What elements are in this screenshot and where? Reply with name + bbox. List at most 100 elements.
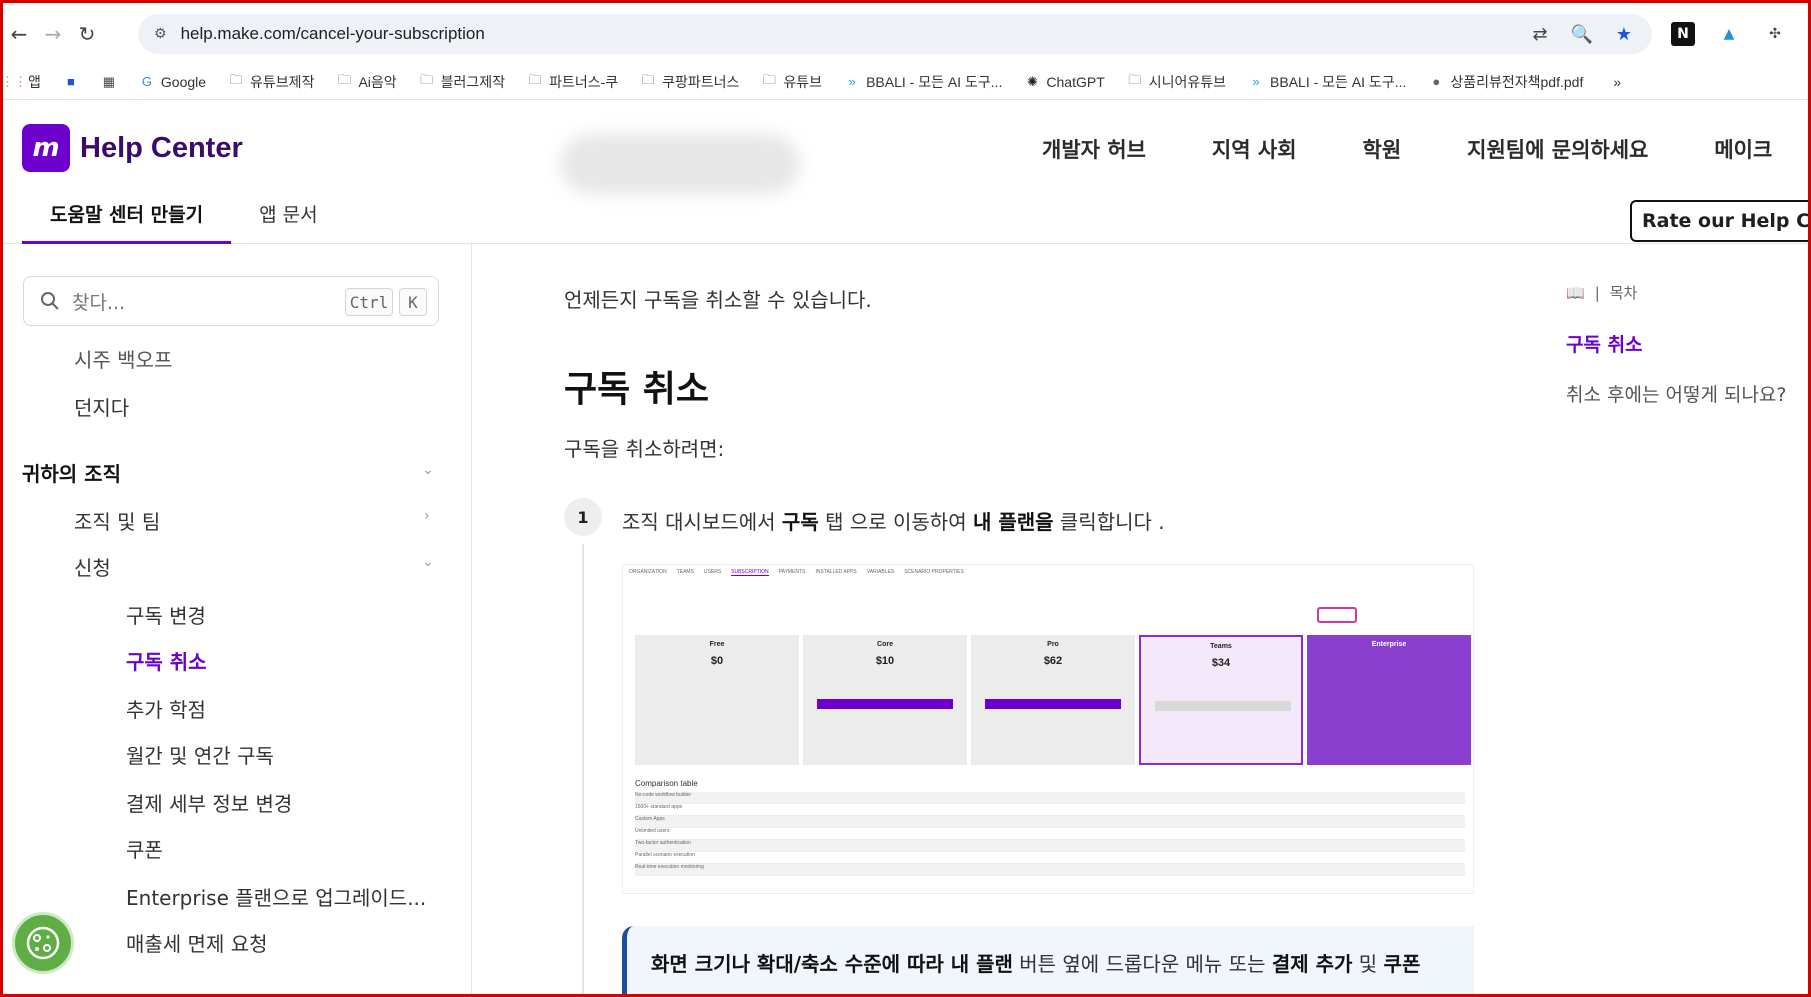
bookmark-label: 파트너스-쿠 bbox=[549, 73, 619, 90]
bookmark-item[interactable]: ✺ ChatGPT bbox=[1024, 73, 1105, 90]
my-plan-highlight bbox=[1317, 607, 1357, 623]
sidebar-item-extra-credits[interactable]: 추가 학점 bbox=[126, 694, 206, 723]
toc-link-after-cancel[interactable]: 취소 후에는 어떻게 되나요? bbox=[1566, 380, 1786, 407]
bookmark-label: 쿠팡파트너스 bbox=[662, 73, 740, 90]
translate-icon[interactable]: ⇄ bbox=[1528, 22, 1552, 46]
extensions-puzzle-icon[interactable]: ✣ bbox=[1763, 22, 1787, 46]
shortcut-ctrl-key: Ctrl bbox=[345, 288, 393, 316]
bookmark-item[interactable]: 🗀 파트너스-쿠 bbox=[527, 72, 619, 92]
bookmark-item[interactable]: 🗀 Ai음악 bbox=[336, 71, 397, 92]
zoom-icon[interactable]: 🔍 bbox=[1570, 22, 1594, 46]
help-center-logo[interactable]: m Help Center bbox=[22, 124, 243, 172]
sidebar-item-change-subscription[interactable]: 구독 변경 bbox=[126, 600, 206, 629]
screenshot-tab: ORGANIZATION bbox=[629, 569, 667, 575]
bbali-icon: » bbox=[848, 74, 856, 89]
bookmark-item[interactable]: 🗀 시니어유튜브 bbox=[1127, 72, 1226, 92]
nav-academy[interactable]: 학원 bbox=[1363, 134, 1402, 164]
bookmark-item[interactable]: 🗀 유튜브제작 bbox=[228, 72, 315, 92]
sidebar-item-org-teams[interactable]: 조직 및 팀 bbox=[74, 506, 160, 535]
search-input[interactable]: 찾다... Ctrl K bbox=[23, 276, 439, 326]
search-icon bbox=[41, 292, 59, 310]
sidebar-item-tax-exemption[interactable]: 매출세 면제 요청 bbox=[126, 928, 268, 957]
bookmark-item[interactable]: » BBALI - 모든 AI 도구... bbox=[844, 72, 1002, 92]
chevron-down-icon[interactable]: ⌄ bbox=[422, 554, 434, 570]
sidebar-item-subscription[interactable]: 신청 bbox=[74, 552, 111, 581]
extension-a-icon[interactable]: ▲ bbox=[1717, 22, 1741, 46]
bookmark-star-icon[interactable]: ★ bbox=[1612, 22, 1636, 46]
plan-name: Teams bbox=[1210, 643, 1232, 650]
info-note: 화면 크기나 확대/축소 수준에 따라 내 플랜 버튼 옆에 드롭다운 메뉴 또… bbox=[622, 926, 1474, 997]
blurred-region bbox=[560, 134, 800, 194]
plan-name: Core bbox=[877, 641, 893, 648]
sidebar-item-partial[interactable]: 시주 백오프 bbox=[74, 344, 172, 373]
address-bar[interactable]: ⚙ help.make.com/cancel-your-subscription… bbox=[138, 14, 1652, 54]
plan-price: $0 bbox=[710, 655, 724, 667]
blue-square-icon: ■ bbox=[66, 74, 75, 89]
forward-icon[interactable]: → bbox=[36, 17, 70, 51]
folder-icon: 🗀 bbox=[1128, 71, 1142, 87]
url-text: help.make.com/cancel-your-subscription bbox=[180, 24, 485, 43]
bookmark-item[interactable]: ● 상품리뷰전자책pdf.pdf bbox=[1428, 72, 1583, 92]
sidebar-item-change-payment[interactable]: 결제 세부 정보 변경 bbox=[126, 788, 292, 817]
rate-help-center-button[interactable]: Rate our Help Center bbox=[1630, 200, 1811, 242]
screenshot-tab: SCENARIO PROPERTIES bbox=[904, 569, 964, 575]
browser-toolbar: ← → ↻ ⚙ help.make.com/cancel-your-subscr… bbox=[0, 0, 1811, 68]
reload-icon[interactable]: ↻ bbox=[70, 17, 104, 51]
chevron-right-icon[interactable]: › bbox=[424, 508, 430, 524]
sidebar-item-enterprise-upgrade[interactable]: Enterprise 플랜으로 업그레이드... bbox=[126, 882, 426, 911]
bookmark-item[interactable]: ■ bbox=[63, 74, 79, 90]
bookmark-label: Ai음악 bbox=[358, 73, 397, 90]
notion-icon[interactable]: N bbox=[1671, 22, 1695, 46]
bookmark-item[interactable]: 🗀 블러그제작 bbox=[419, 72, 505, 92]
bookmark-item[interactable]: » BBALI - 모든 AI 도구... bbox=[1248, 72, 1406, 92]
site-header: m Help Center 개발자 허브 지역 사회 학원 지원팀에 문의하세요… bbox=[0, 104, 1811, 244]
chevron-down-icon[interactable]: ⌄ bbox=[422, 462, 434, 478]
step-connector bbox=[582, 544, 584, 997]
sidebar-item-throw[interactable]: 던지다 bbox=[74, 392, 129, 421]
comparison-row: No-code workflow builder bbox=[635, 792, 1465, 804]
bookmark-item[interactable]: 🗀 쿠팡파트너스 bbox=[640, 72, 740, 92]
section-tabs: 도움말 센터 만들기 앱 문서 bbox=[22, 200, 346, 244]
plan-name: Enterprise bbox=[1371, 641, 1407, 648]
bookmark-label: ChatGPT bbox=[1046, 73, 1105, 90]
folder-icon: 🗀 bbox=[337, 71, 351, 87]
nav-contact-support[interactable]: 지원팀에 문의하세요 bbox=[1467, 134, 1648, 164]
bookmark-label: 상품리뷰전자책pdf.pdf bbox=[1450, 73, 1584, 90]
comparison-row: Two-factor authentication bbox=[635, 840, 1465, 852]
back-icon[interactable]: ← bbox=[2, 17, 36, 51]
toc-header: 📖 | 목차 bbox=[1566, 283, 1638, 303]
tab-app-docs[interactable]: 앱 문서 bbox=[231, 200, 345, 244]
plan-card: Pro $62 bbox=[971, 635, 1135, 765]
nav-developer-hub[interactable]: 개발자 허브 bbox=[1042, 134, 1146, 164]
plan-card: Free $0 bbox=[635, 635, 799, 765]
bookmark-label: 시니어유튜브 bbox=[1148, 73, 1227, 90]
plan-card: Core $10 bbox=[803, 635, 967, 765]
nav-make[interactable]: 메이크 bbox=[1714, 134, 1772, 164]
sidebar-section-organization[interactable]: 귀하의 조직 bbox=[22, 458, 121, 487]
nav-community[interactable]: 지역 사회 bbox=[1212, 134, 1297, 164]
cookie-icon bbox=[26, 926, 60, 960]
comparison-row: Real-time execution monitoring bbox=[635, 864, 1465, 876]
bbali-icon: » bbox=[1252, 74, 1260, 89]
bookmark-item[interactable]: 🗀 유튜브 bbox=[761, 72, 822, 92]
more-bookmarks-icon[interactable]: » bbox=[1613, 74, 1621, 90]
sidebar-item-monthly-yearly[interactable]: 월간 및 연간 구독 bbox=[126, 740, 274, 769]
tab-help-center[interactable]: 도움말 센터 만들기 bbox=[22, 200, 232, 244]
cookie-settings-button[interactable] bbox=[12, 912, 74, 974]
plan-card: Teams $34 bbox=[1139, 635, 1303, 765]
table-of-contents: 📖 | 목차 구독 취소 취소 후에는 어떻게 되나요? bbox=[1566, 244, 1811, 544]
sidebar-item-cancel-subscription[interactable]: 구독 취소 bbox=[126, 646, 207, 675]
screenshot-tab: INSTALLED APPS bbox=[815, 569, 857, 575]
globe-icon: ● bbox=[1432, 74, 1441, 89]
comparison-title: Comparison table bbox=[635, 779, 698, 788]
screenshot-tab: SUBSCRIPTION bbox=[731, 569, 769, 576]
bookmark-label: Google bbox=[160, 73, 207, 90]
site-info-icon[interactable]: ⚙ bbox=[154, 26, 167, 42]
bookmark-label: BBALI - 모든 AI 도구... bbox=[866, 73, 1003, 90]
bookmark-label: 유튜브 bbox=[783, 73, 823, 90]
toc-link-cancel[interactable]: 구독 취소 bbox=[1566, 330, 1643, 357]
bookmark-item[interactable]: ⋮⋮ 앱 bbox=[1, 72, 41, 92]
bookmark-item[interactable]: ▦ bbox=[101, 74, 117, 90]
sidebar-item-coupons[interactable]: 쿠폰 bbox=[126, 834, 163, 863]
bookmark-item[interactable]: G Google bbox=[139, 74, 206, 90]
